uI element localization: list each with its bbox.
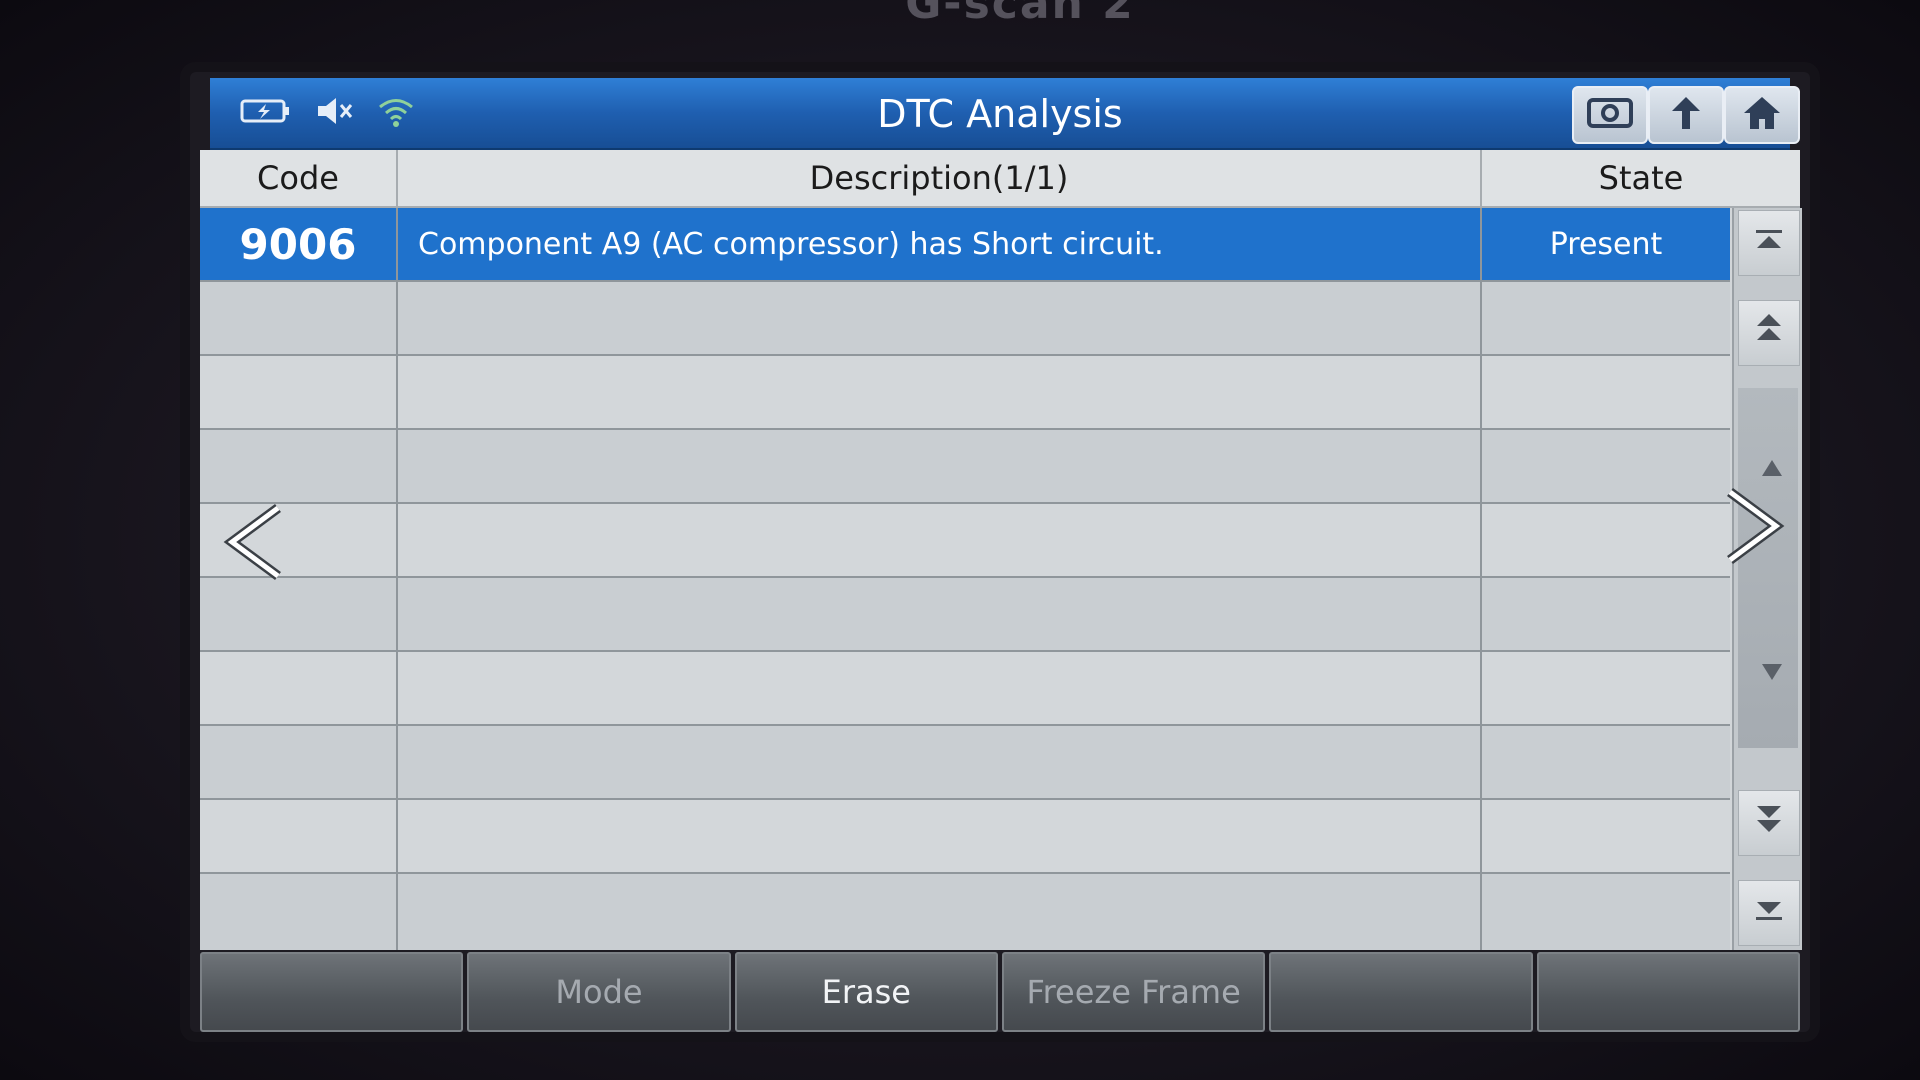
dtc-description: Component A9 (AC compressor) has Short c… — [398, 208, 1482, 280]
freeze-frame-button[interactable]: Freeze Frame — [1001, 952, 1266, 1032]
table-row[interactable] — [200, 578, 1730, 652]
dtc-table: Code Description(1/1) State 9006 Compone… — [200, 150, 1802, 950]
column-header-description: Description(1/1) — [398, 150, 1482, 208]
back-icon — [1664, 93, 1708, 138]
screenshot-icon — [1586, 95, 1634, 136]
function-button-empty-3 — [1536, 952, 1800, 1032]
page-down-icon — [1754, 802, 1784, 844]
screenshot-button[interactable] — [1572, 86, 1648, 144]
function-bar: Mode Erase Freeze Frame — [190, 952, 1810, 1032]
page-up-button[interactable] — [1738, 300, 1800, 366]
scroll-bottom-button[interactable] — [1738, 880, 1800, 946]
page-title: DTC Analysis — [877, 92, 1123, 136]
page-up-icon — [1754, 312, 1784, 354]
page-down-button[interactable] — [1738, 790, 1800, 856]
previous-page-arrow-icon[interactable] — [218, 502, 288, 587]
dtc-code: 9006 — [200, 208, 398, 280]
line-up-icon[interactable] — [1760, 452, 1784, 486]
table-row[interactable] — [200, 504, 1730, 578]
home-icon — [1740, 93, 1784, 138]
column-header-state: State — [1482, 150, 1800, 208]
scroll-top-button[interactable] — [1738, 210, 1800, 276]
scroll-top-icon — [1754, 226, 1784, 260]
column-header-code: Code — [200, 150, 398, 208]
device-brand: G-scan 2 — [905, 0, 1135, 29]
table-row[interactable] — [200, 874, 1730, 950]
line-down-icon[interactable] — [1760, 656, 1784, 690]
function-button-empty-1 — [200, 952, 464, 1032]
vertical-scrollbar[interactable] — [1732, 208, 1802, 950]
mode-button[interactable]: Mode — [467, 952, 731, 1032]
next-page-arrow-icon[interactable] — [1720, 486, 1790, 571]
table-row[interactable] — [200, 356, 1730, 430]
back-button[interactable] — [1648, 86, 1724, 144]
table-row[interactable] — [200, 800, 1730, 874]
table-row[interactable] — [200, 282, 1730, 356]
dtc-state: Present — [1549, 226, 1663, 262]
table-row[interactable] — [200, 430, 1730, 504]
erase-button[interactable]: Erase — [734, 952, 998, 1032]
table-row[interactable] — [200, 726, 1730, 800]
scroll-bottom-icon — [1754, 896, 1784, 930]
title-bar: DTC Analysis — [210, 78, 1800, 150]
function-button-empty-2 — [1269, 952, 1533, 1032]
table-row[interactable] — [200, 652, 1730, 726]
device-screen: DTC Analysis Code Description(1/1) State… — [190, 72, 1810, 1032]
home-button[interactable] — [1724, 86, 1800, 144]
table-row[interactable]: 9006 Component A9 (AC compressor) has Sh… — [200, 208, 1730, 282]
